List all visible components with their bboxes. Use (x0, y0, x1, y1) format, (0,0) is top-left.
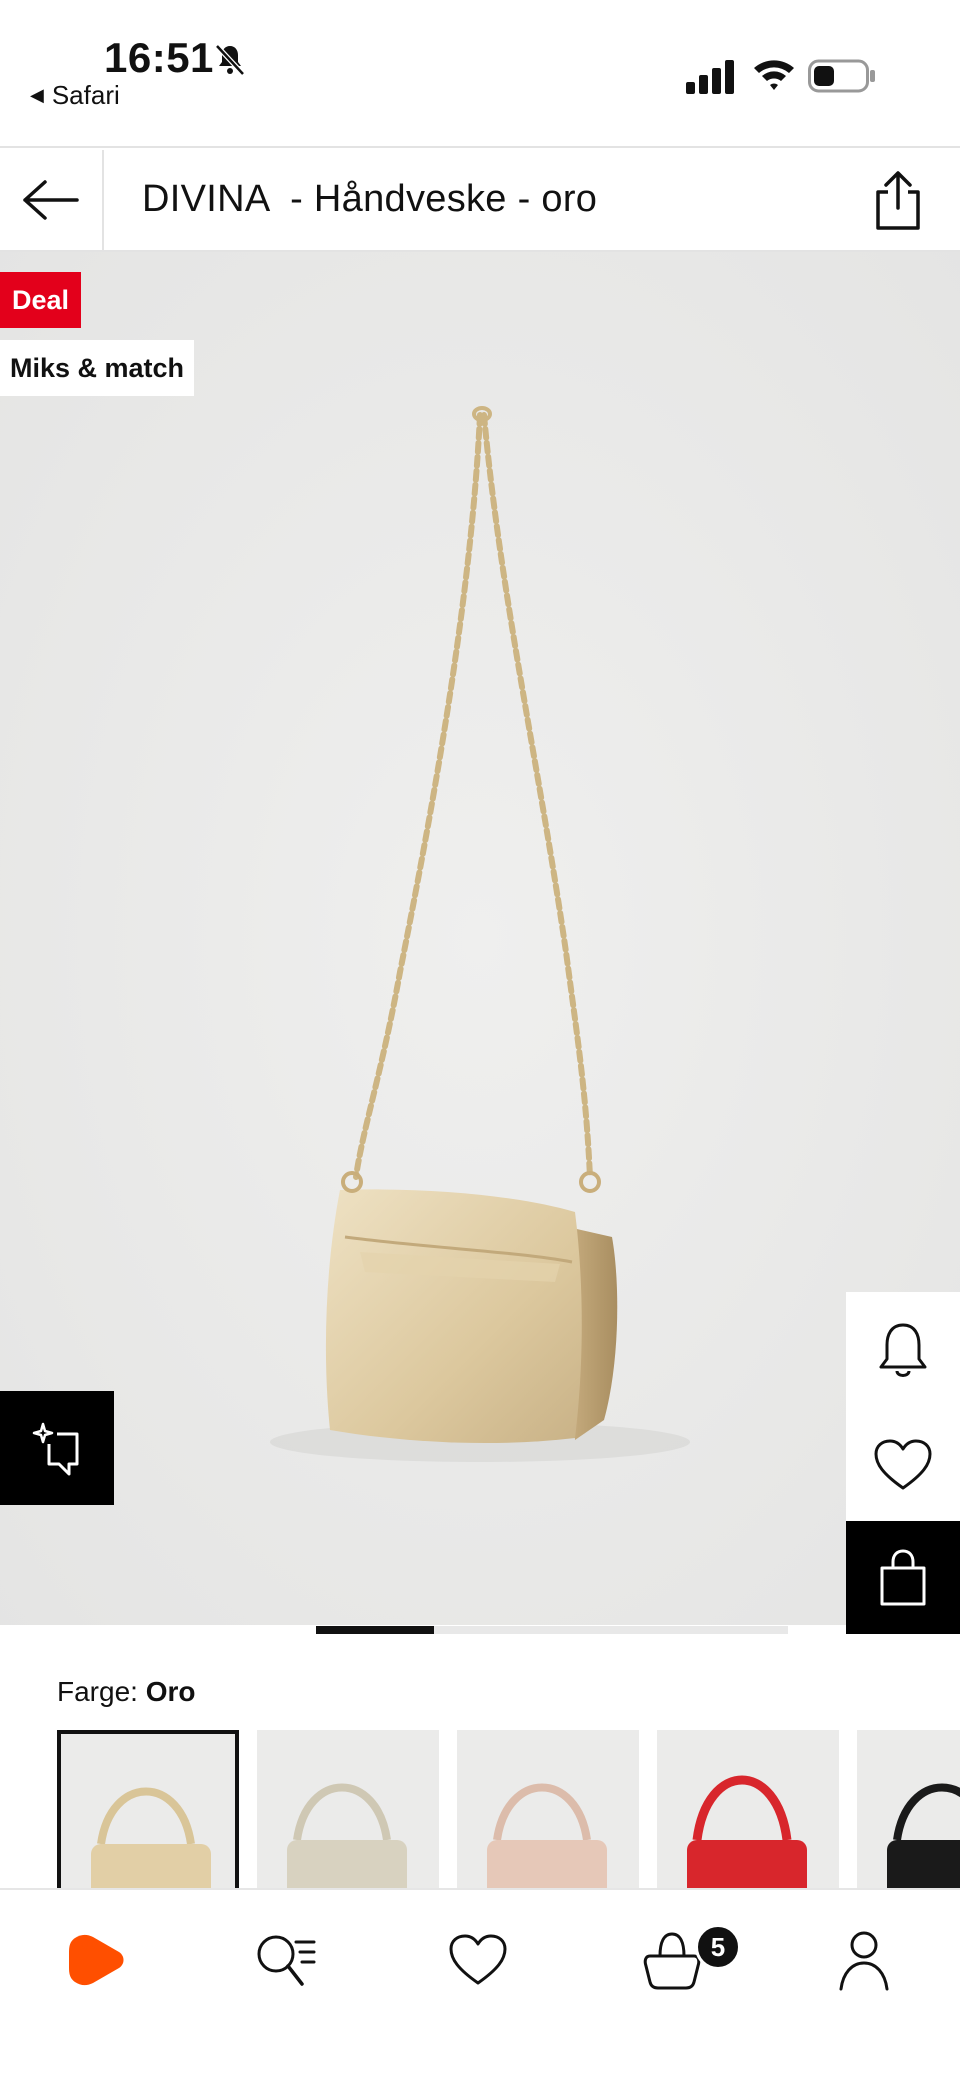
cart-count-badge: 5 (695, 1924, 741, 1970)
carousel-progress-fill (316, 1626, 434, 1634)
bottom-navigation: 5 (0, 1888, 960, 2087)
product-header: DIVINA - Håndveske - oro (0, 150, 960, 252)
swatch-thumbnail (287, 1783, 407, 1890)
sparkle-chat-icon (32, 1422, 79, 1476)
selected-color-value: Oro (145, 1676, 196, 1707)
nav-home[interactable] (56, 1920, 136, 2000)
color-swatch-beige[interactable] (257, 1730, 439, 1890)
bell-off-icon (215, 44, 245, 76)
wifi-icon (754, 60, 794, 90)
battery-icon (808, 59, 875, 93)
nav-wishlist[interactable] (438, 1920, 518, 2000)
swatch-thumbnail (887, 1783, 960, 1890)
mix-match-badge: Miks & match (0, 340, 195, 396)
status-time: 16:51 (104, 34, 214, 81)
arrow-left-icon (23, 180, 79, 220)
share-icon[interactable] (868, 168, 928, 232)
shopping-bag-icon (880, 1548, 926, 1605)
side-actions-top (846, 1292, 960, 1521)
back-to-safari-link[interactable]: ◀ Safari (30, 80, 120, 111)
swatch-thumbnail (487, 1783, 607, 1890)
color-swatch-black[interactable] (857, 1730, 960, 1890)
nav-search[interactable] (246, 1920, 326, 2000)
ai-assistant-button[interactable] (0, 1391, 114, 1505)
add-to-bag-button[interactable] (846, 1521, 960, 1634)
back-triangle-icon: ◀ (30, 85, 44, 105)
product-image[interactable] (0, 252, 960, 1625)
nav-profile[interactable] (824, 1920, 904, 2000)
search-icon (257, 1935, 316, 1986)
color-label-prefix: Farge: (57, 1676, 146, 1707)
color-swatches (57, 1730, 960, 1890)
deal-badge: Deal (0, 272, 82, 328)
color-swatch-rose[interactable] (457, 1730, 639, 1890)
heart-icon (449, 1934, 507, 1985)
cart-icon (643, 1932, 701, 1990)
color-swatch-red[interactable] (657, 1730, 839, 1890)
back-button[interactable] (0, 150, 104, 250)
image-carousel-progress (316, 1626, 788, 1634)
color-label: Farge: Oro (57, 1676, 195, 1708)
home-icon (69, 1934, 124, 1986)
page-title: DIVINA - Håndveske - oro (142, 178, 598, 220)
product-side-actions (846, 1292, 960, 1634)
back-app-label: Safari (51, 80, 120, 110)
color-swatch-oro[interactable] (57, 1730, 239, 1890)
status-bar: 16:51 ◀ Safari (0, 0, 960, 148)
cellular-signal-icon (686, 60, 734, 94)
bell-icon[interactable] (877, 1321, 929, 1381)
heart-icon[interactable] (873, 1438, 933, 1492)
profile-icon (839, 1931, 889, 1991)
swatch-thumbnail (91, 1787, 211, 1890)
handbag-illustration (0, 252, 960, 1625)
swatch-thumbnail (687, 1775, 807, 1890)
